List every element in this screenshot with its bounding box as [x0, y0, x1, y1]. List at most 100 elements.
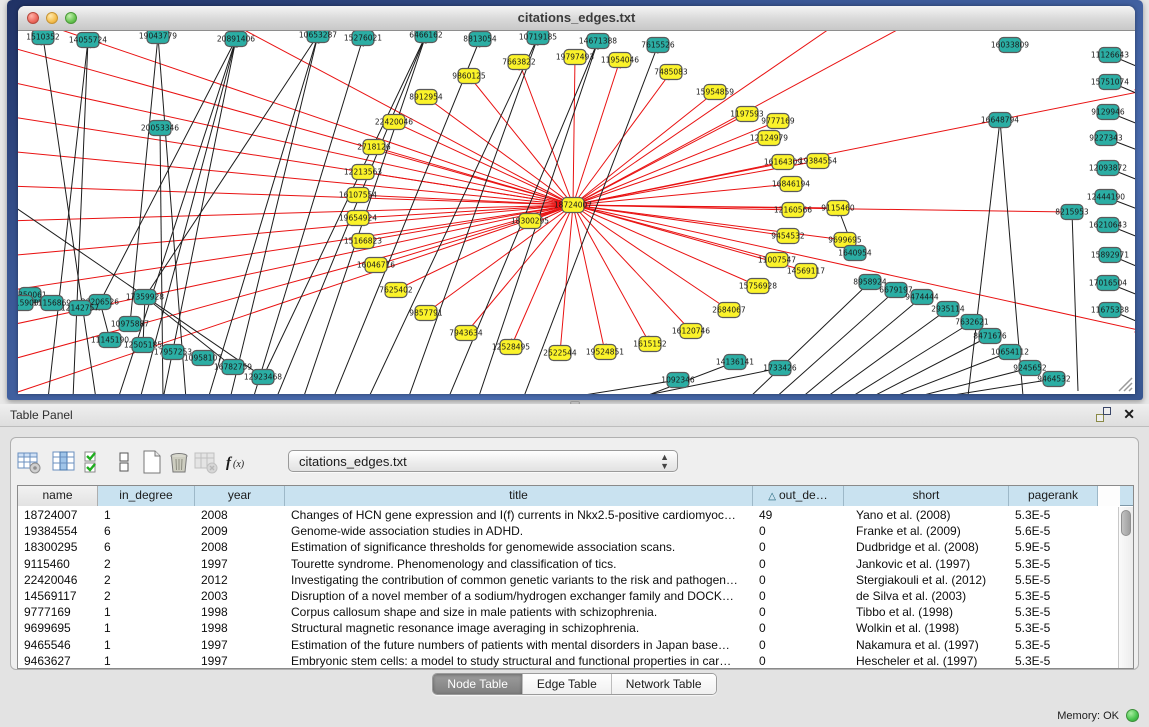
graph-node-16046716[interactable]: 16046716 [357, 258, 395, 273]
cell-short[interactable]: Tibbo et al. (1998) [844, 604, 1009, 620]
cell-out_de[interactable]: 0 [753, 604, 844, 620]
cell-short[interactable]: Jankovic et al. (1997) [844, 556, 1009, 572]
cell-pagerank[interactable]: 5.3E-5 [1009, 620, 1098, 636]
cell-name[interactable]: 18724007 [18, 507, 98, 523]
cell-name[interactable]: 9463627 [18, 653, 98, 668]
cell-out_de[interactable]: 0 [753, 572, 844, 588]
graph-node-20891406[interactable]: 20891406 [217, 32, 255, 47]
delete-rows-trash-icon[interactable] [166, 448, 194, 476]
cell-in_degree[interactable]: 2 [98, 572, 195, 588]
graph-node-1640954[interactable]: 1640954 [838, 246, 872, 261]
cell-year[interactable]: 2008 [195, 539, 285, 555]
graph-node-9857791[interactable]: 9857791 [409, 306, 443, 321]
graph-node-10653287[interactable]: 10653287 [299, 31, 337, 43]
graph-node-20053346[interactable]: 20053346 [141, 121, 179, 136]
cell-pagerank[interactable]: 5.3E-5 [1009, 507, 1098, 523]
cell-name[interactable]: 9115460 [18, 556, 98, 572]
cell-in_degree[interactable]: 2 [98, 588, 195, 604]
graph-node-8471676[interactable]: 8471676 [973, 329, 1007, 344]
graph-node-1510352[interactable]: 1510352 [26, 31, 60, 45]
scrollbar-thumb[interactable] [1121, 510, 1131, 536]
cell-out_de[interactable]: 0 [753, 556, 844, 572]
citation-network-graph[interactable]: 1872400719797493119540467485083159548591… [18, 31, 1135, 394]
cell-pagerank[interactable]: 5.9E-5 [1009, 539, 1098, 555]
table-row[interactable]: 946554611997Estimation of the future num… [18, 637, 1118, 653]
graph-node-8813054[interactable]: 8813054 [463, 32, 497, 47]
table-row[interactable]: 1938455462009Genome-wide association stu… [18, 523, 1118, 539]
column-header-pagerank[interactable]: pagerank [1009, 486, 1098, 506]
graph-node-7615526[interactable]: 7615526 [641, 38, 675, 53]
graph-node-7663822[interactable]: 7663822 [502, 55, 536, 70]
node-attribute-table[interactable]: namein_degreeyeartitle△out_de…shortpager… [17, 485, 1134, 669]
table-row[interactable]: 1830029562008Estimation of significance … [18, 539, 1118, 555]
graph-node-11954046[interactable]: 11954046 [601, 53, 639, 68]
cell-out_de[interactable]: 0 [753, 588, 844, 604]
table-row[interactable]: 1872400712008Changes of HCN gene express… [18, 507, 1118, 523]
graph-node-9464532[interactable]: 9464532 [1037, 372, 1071, 387]
vertical-scrollbar[interactable] [1118, 507, 1133, 668]
cell-name[interactable]: 9699695 [18, 620, 98, 636]
new-table-icon[interactable] [139, 448, 167, 476]
table-selector-dropdown[interactable]: citations_edges.txt ▲▼ [288, 450, 678, 472]
graph-node-9454532[interactable]: 9454532 [771, 229, 805, 244]
table-row[interactable]: 977716911998Corpus callosum shape and si… [18, 604, 1118, 620]
graph-node-1197593[interactable]: 1197593 [730, 107, 764, 122]
graph-node-1733426[interactable]: 1733426 [763, 361, 797, 376]
cell-title[interactable]: Corpus callosum shape and size in male p… [285, 604, 753, 620]
cell-name[interactable]: 22420046 [18, 572, 98, 588]
graph-node-2684067[interactable]: 2684067 [712, 303, 746, 318]
cell-short[interactable]: de Silva et al. (2003) [844, 588, 1009, 604]
graph-node-15276021[interactable]: 15276021 [344, 31, 382, 46]
graph-node-1092346[interactable]: 1092346 [661, 373, 695, 388]
graph-node-8215953[interactable]: 8215953 [1055, 205, 1089, 220]
cell-short[interactable]: Hescheler et al. (1997) [844, 653, 1009, 668]
cell-year[interactable]: 1998 [195, 620, 285, 636]
row-select-check-icon[interactable] [82, 448, 110, 476]
cell-year[interactable]: 2009 [195, 523, 285, 539]
graph-node-19384554[interactable]: 19384554 [799, 154, 837, 169]
graph-node-12528495[interactable]: 12528495 [492, 340, 530, 355]
graph-node-14569117[interactable]: 14569117 [787, 264, 825, 279]
cell-out_de[interactable]: 0 [753, 653, 844, 668]
cell-in_degree[interactable]: 2 [98, 556, 195, 572]
graph-node-2935114[interactable]: 2935114 [931, 302, 965, 317]
cell-pagerank[interactable]: 5.3E-5 [1009, 556, 1098, 572]
graph-node-7625402[interactable]: 7625402 [379, 283, 413, 298]
cell-short[interactable]: Stergiakouli et al. (2012) [844, 572, 1009, 588]
graph-node-19797493[interactable]: 19797493 [556, 50, 594, 65]
table-rows[interactable]: 1872400712008Changes of HCN gene express… [18, 507, 1118, 668]
graph-node-15166823[interactable]: 15166823 [344, 234, 382, 249]
graph-node-22420046[interactable]: 22420046 [375, 115, 413, 130]
graph-node-16107554[interactable]: 16107554 [339, 188, 377, 203]
graph-node-19524851[interactable]: 19524851 [586, 345, 624, 360]
tab-network-table[interactable]: Network Table [612, 674, 716, 694]
graph-node-7632621[interactable]: 7632621 [955, 315, 989, 330]
graph-node-9474444[interactable]: 9474444 [905, 290, 939, 305]
graph-node-15756928[interactable]: 15756928 [739, 279, 777, 294]
graph-node-9227343[interactable]: 9227343 [1089, 131, 1123, 146]
graph-node-12213563[interactable]: 12213563 [344, 165, 382, 180]
table-row[interactable]: 946362711997Embryonic stem cells: a mode… [18, 653, 1118, 668]
graph-node-10719185[interactable]: 10719185 [519, 31, 557, 45]
graph-node-15954859[interactable]: 15954859 [696, 85, 734, 100]
cell-in_degree[interactable]: 6 [98, 523, 195, 539]
column-header-year[interactable]: year [195, 486, 285, 506]
cell-year[interactable]: 1997 [195, 653, 285, 668]
function-builder-icon[interactable]: f(x) [224, 448, 252, 476]
cell-name[interactable]: 9777169 [18, 604, 98, 620]
cell-out_de[interactable]: 0 [753, 523, 844, 539]
table-row[interactable]: 2242004622012Investigating the contribut… [18, 572, 1118, 588]
graph-node-7943634[interactable]: 7943634 [449, 326, 483, 341]
column-select-icon[interactable] [51, 448, 79, 476]
graph-node-19043779[interactable]: 19043779 [139, 31, 177, 44]
graph-node-14055724[interactable]: 14055724 [69, 33, 107, 48]
cell-title[interactable]: Estimation of significance thresholds fo… [285, 539, 753, 555]
cell-title[interactable]: Investigating the contribution of common… [285, 572, 753, 588]
cell-out_de[interactable]: 0 [753, 637, 844, 653]
table-settings-icon[interactable] [16, 448, 44, 476]
cell-year[interactable]: 2003 [195, 588, 285, 604]
cell-year[interactable]: 1997 [195, 637, 285, 653]
cell-name[interactable]: 18300295 [18, 539, 98, 555]
cell-title[interactable]: Disruption of a novel member of a sodium… [285, 588, 753, 604]
cell-in_degree[interactable]: 1 [98, 620, 195, 636]
